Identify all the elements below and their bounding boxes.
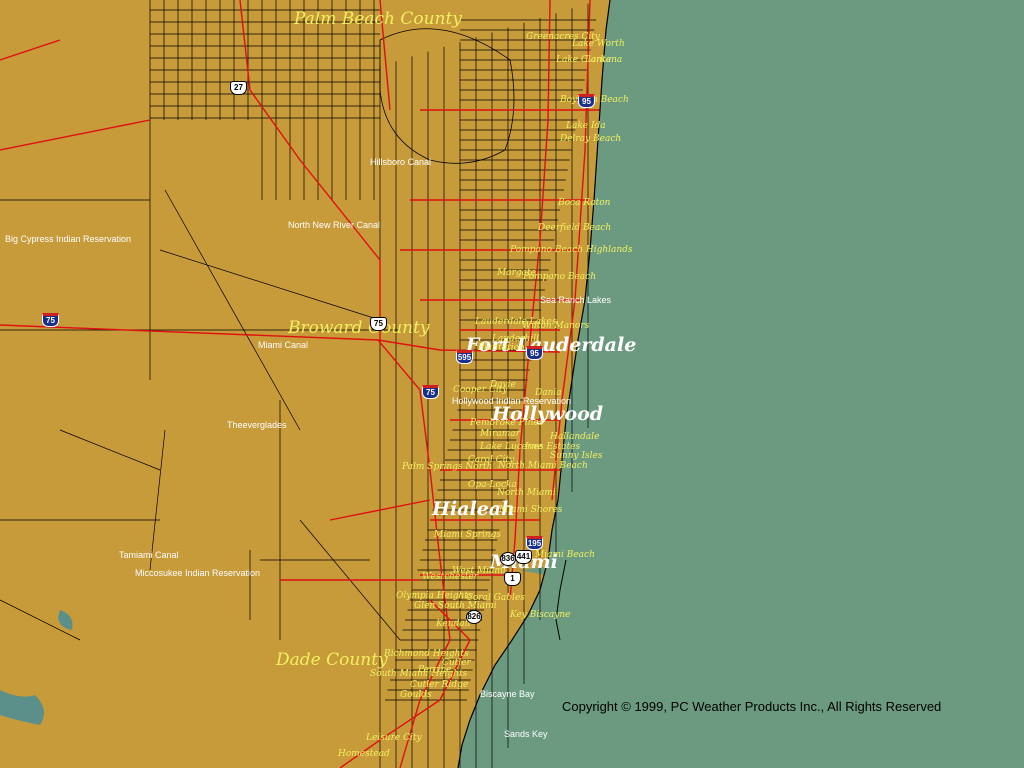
town-label: Lantana [585, 55, 623, 65]
town-label: Sunny Isles [550, 451, 603, 461]
town-label: Lake Worth [572, 39, 625, 49]
town-label: Olympia Heights [396, 591, 473, 601]
town-label: Cutler [442, 658, 471, 668]
feature-label-everglades: Theeverglades [227, 420, 287, 430]
feature-label-key: Sands Key [504, 729, 548, 739]
us-highway-shield: 1 [504, 572, 521, 586]
town-label: Miami Beach [535, 550, 595, 560]
town-label: Cooper City [453, 385, 508, 395]
town-label: Lake Ida [566, 121, 606, 131]
town-label: Pompano Beach Highlands [510, 245, 633, 255]
map-view[interactable]: Palm Beach County Broward County Dade Co… [0, 0, 1024, 768]
us-highway-shield: 75 [370, 317, 387, 331]
town-label: South Miami Heights [370, 669, 468, 679]
town-label: Hallandale [550, 432, 600, 442]
feature-label-reservation: Hollywood Indian Reservation [452, 396, 572, 406]
town-label: Pompano Beach [523, 272, 596, 282]
interstate-shield: 75 [42, 313, 59, 327]
town-label: Miami Shores [499, 505, 563, 515]
town-label: Miramar [480, 429, 520, 439]
us-highway-shield: 27 [230, 81, 247, 95]
town-label: Goulds [400, 690, 432, 700]
town-label: Glen South Miami [414, 601, 497, 611]
feature-label-canal: North New River Canal [288, 220, 381, 230]
town-label: Leisure City [366, 733, 422, 743]
us-highway-shield: 441 [515, 550, 532, 564]
copyright-notice: Copyright © 1999, PC Weather Products In… [562, 699, 942, 714]
town-label: North Miami Beach [498, 461, 588, 471]
interstate-shield: 95 [526, 346, 543, 360]
interstate-shield: 75 [422, 385, 439, 399]
feature-label-reservation: Big Cypress Indian Reservation [5, 234, 132, 244]
feature-label-key: Key Biscayne [510, 610, 571, 620]
town-label: Kendall [436, 619, 471, 629]
town-label: Cutler Ridge [410, 680, 469, 690]
town-label: Boca Raton [558, 198, 611, 208]
town-label: West Miami [452, 566, 506, 576]
town-label: Pembroke Pines [470, 418, 544, 428]
county-label-broward: Broward County [288, 318, 430, 338]
town-label: Deerfield Beach [538, 223, 612, 233]
town-label: Wilton Manors [522, 321, 590, 331]
town-label: Miami Springs [434, 530, 502, 540]
interstate-shield: 95 [578, 94, 595, 108]
town-label: Plantation [478, 343, 525, 353]
town-label: North Miami [497, 488, 556, 498]
feature-label-canal: Miami Canal [258, 340, 309, 350]
town-label: Palm Springs North [402, 462, 493, 472]
state-road-shield: 826 [466, 610, 482, 624]
feature-label-canal: Hillsboro Canal [370, 157, 432, 167]
town-label: Homestead [338, 749, 390, 759]
interstate-shield: 595 [456, 350, 473, 364]
interstate-shield: 195 [526, 536, 543, 550]
county-label-palm-beach: Palm Beach County [294, 9, 462, 29]
county-label-dade: Dade County [276, 650, 388, 670]
feature-label-bay: Biscayne Bay [480, 689, 535, 699]
feature-label-canal: Tamiami Canal [119, 550, 179, 560]
feature-label-town: Sea Ranch Lakes [540, 295, 612, 305]
state-road-shield: 836 [500, 552, 516, 566]
feature-label-reservation: Miccosukee Indian Reservation [135, 568, 261, 578]
town-label: Delray Beach [560, 134, 622, 144]
